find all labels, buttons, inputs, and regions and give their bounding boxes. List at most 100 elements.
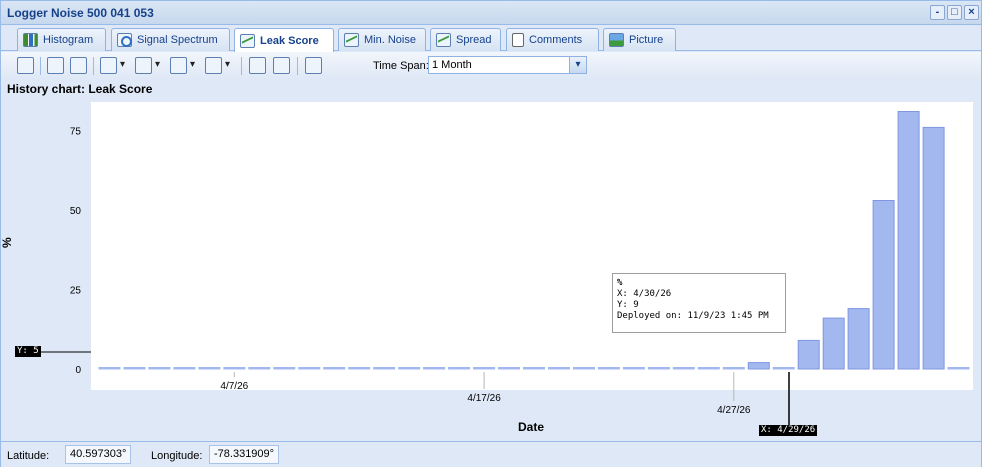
bar-4/11/26[interactable]: [323, 367, 346, 370]
longitude-label: Longitude:: [151, 450, 203, 462]
bar-4/22/26[interactable]: [597, 367, 620, 370]
bar-4/28/26[interactable]: [747, 362, 770, 370]
tab-label: Spread: [456, 34, 492, 46]
x-tick-label: 4/27/26: [717, 405, 751, 416]
tab-comments[interactable]: Comments: [506, 28, 599, 51]
status-bar: Latitude: 40.597303° Longitude: -78.3319…: [1, 441, 981, 467]
bar-4/18/26[interactable]: [498, 367, 520, 370]
latitude-value: 40.597303°: [65, 445, 132, 464]
chart-toolbar: Time Span: 1 Month ▾: [1, 52, 981, 79]
y-tick-label: 0: [75, 365, 81, 376]
tooltip-x: X: 4/30/26: [617, 289, 672, 299]
table-view-icon[interactable]: [47, 57, 64, 74]
bar-4/7/26[interactable]: [223, 367, 246, 370]
bar-4/15/26[interactable]: [423, 367, 446, 370]
bar-4/21/26[interactable]: [573, 367, 595, 370]
chart-type-dropdown-icon[interactable]: [100, 57, 125, 74]
bar-4/16/26[interactable]: [448, 367, 471, 370]
toolbar-separator: [241, 57, 242, 75]
x-axis-label: Date: [518, 420, 544, 434]
bar-4/26/26[interactable]: [697, 367, 720, 370]
bar-5/2/26[interactable]: [847, 308, 870, 370]
columns-view-icon[interactable]: [70, 57, 87, 74]
bar-4/24/26[interactable]: [647, 367, 670, 370]
x-tick-label: 4/17/26: [467, 393, 501, 404]
cursor-icon[interactable]: [305, 57, 322, 74]
tab-label: Picture: [629, 34, 664, 46]
bar-4/23/26[interactable]: [622, 367, 645, 370]
toolbar-separator: [93, 57, 94, 75]
tab-label: Signal Spectrum: [137, 34, 218, 46]
tab-strip: Histogram Signal Spectrum Leak Score Min…: [1, 25, 981, 52]
tooltip-title: %: [617, 278, 623, 288]
bar-4/4/26[interactable]: [148, 367, 171, 370]
document-icon: [512, 33, 524, 47]
bar-4/8/26[interactable]: [248, 367, 271, 370]
bar-4/2/26[interactable]: [98, 367, 121, 370]
window-controls: - □ ×: [930, 5, 979, 20]
tooltip-y: Y: 9: [617, 300, 639, 310]
leak-score-chart[interactable]: 0 25 50 75 4/7/26 4/17/26 4/27/26 % Date: [1, 98, 981, 438]
bar-4/30/26[interactable]: [797, 339, 820, 370]
bar-4/25/26[interactable]: [672, 367, 695, 370]
window-titlebar: Logger Noise 500 041 053 - □ ×: [1, 1, 981, 25]
time-span-value: 1 Month: [432, 59, 472, 71]
bar-5/5/26[interactable]: [922, 126, 945, 370]
crosshair-x-label: X: 4/29/26: [759, 425, 818, 436]
tab-label: Leak Score: [260, 34, 319, 47]
bar-4/10/26[interactable]: [298, 367, 321, 370]
y-tick-label: 50: [70, 206, 82, 217]
bar-4/5/26[interactable]: [173, 367, 196, 370]
tab-picture[interactable]: Picture: [603, 28, 676, 51]
tab-signal-spectrum[interactable]: Signal Spectrum: [111, 28, 230, 51]
chevron-down-icon[interactable]: ▾: [569, 57, 586, 73]
bar-4/13/26[interactable]: [373, 367, 396, 370]
line-style-dropdown-icon[interactable]: [205, 57, 230, 74]
tooltip-deployed: Deployed on: 11/9/23 1:45 PM: [617, 311, 769, 321]
data-tooltip: % X: 4/30/26 Y: 9 Deployed on: 11/9/23 1…: [612, 273, 786, 333]
longitude-value: -78.331909°: [209, 445, 280, 464]
bar-5/1/26[interactable]: [822, 317, 845, 370]
bar-4/19/26[interactable]: [523, 367, 545, 370]
bar-4/20/26[interactable]: [548, 367, 570, 370]
logger-window: Logger Noise 500 041 053 - □ × Histogram…: [0, 0, 982, 467]
bar-4/14/26[interactable]: [398, 367, 421, 370]
time-span-select[interactable]: 1 Month ▾: [428, 56, 587, 74]
tab-label: Min. Noise: [364, 34, 416, 46]
bar-4/6/26[interactable]: [198, 367, 221, 370]
data-grid-icon[interactable]: [273, 57, 290, 74]
close-button[interactable]: ×: [964, 5, 979, 20]
bar-4/17/26[interactable]: [473, 367, 496, 370]
bar-4/12/26[interactable]: [348, 367, 371, 370]
bar-4/27/26[interactable]: [722, 367, 745, 370]
minimize-button[interactable]: -: [930, 5, 945, 20]
bar-5/3/26[interactable]: [872, 200, 895, 370]
bar-4/29/26[interactable]: [772, 367, 795, 370]
tab-label: Histogram: [43, 34, 94, 46]
y-tick-label: 25: [70, 286, 82, 297]
tab-min-noise[interactable]: Min. Noise: [338, 28, 426, 51]
line-chart-icon: [344, 33, 359, 47]
x-tick-label: 4/7/26: [220, 381, 248, 392]
bar-4/9/26[interactable]: [273, 367, 296, 370]
maximize-button[interactable]: □: [947, 5, 962, 20]
picture-icon: [609, 33, 624, 47]
bar-5/4/26[interactable]: [897, 111, 920, 370]
y-tick-label: 75: [70, 127, 82, 138]
tab-histogram[interactable]: Histogram: [17, 28, 106, 51]
tab-leak-score[interactable]: Leak Score: [234, 28, 334, 52]
zoom-fit-icon[interactable]: [17, 57, 34, 74]
latitude-label: Latitude:: [7, 450, 50, 462]
time-span-label: Time Span:: [373, 60, 429, 72]
chart-title: History chart: Leak Score: [7, 82, 153, 96]
bar-4/3/26[interactable]: [123, 367, 146, 370]
tab-label: Comments: [529, 34, 583, 46]
spectrum-icon: [117, 33, 132, 47]
bar-5/6/26[interactable]: [947, 367, 970, 370]
export-icon[interactable]: [249, 57, 266, 74]
tab-spread[interactable]: Spread: [430, 28, 501, 51]
series-color-dropdown-icon[interactable]: [135, 57, 160, 74]
histogram-icon: [23, 33, 38, 47]
area-chart-dropdown-icon[interactable]: [170, 57, 195, 74]
toolbar-separator: [40, 57, 41, 75]
